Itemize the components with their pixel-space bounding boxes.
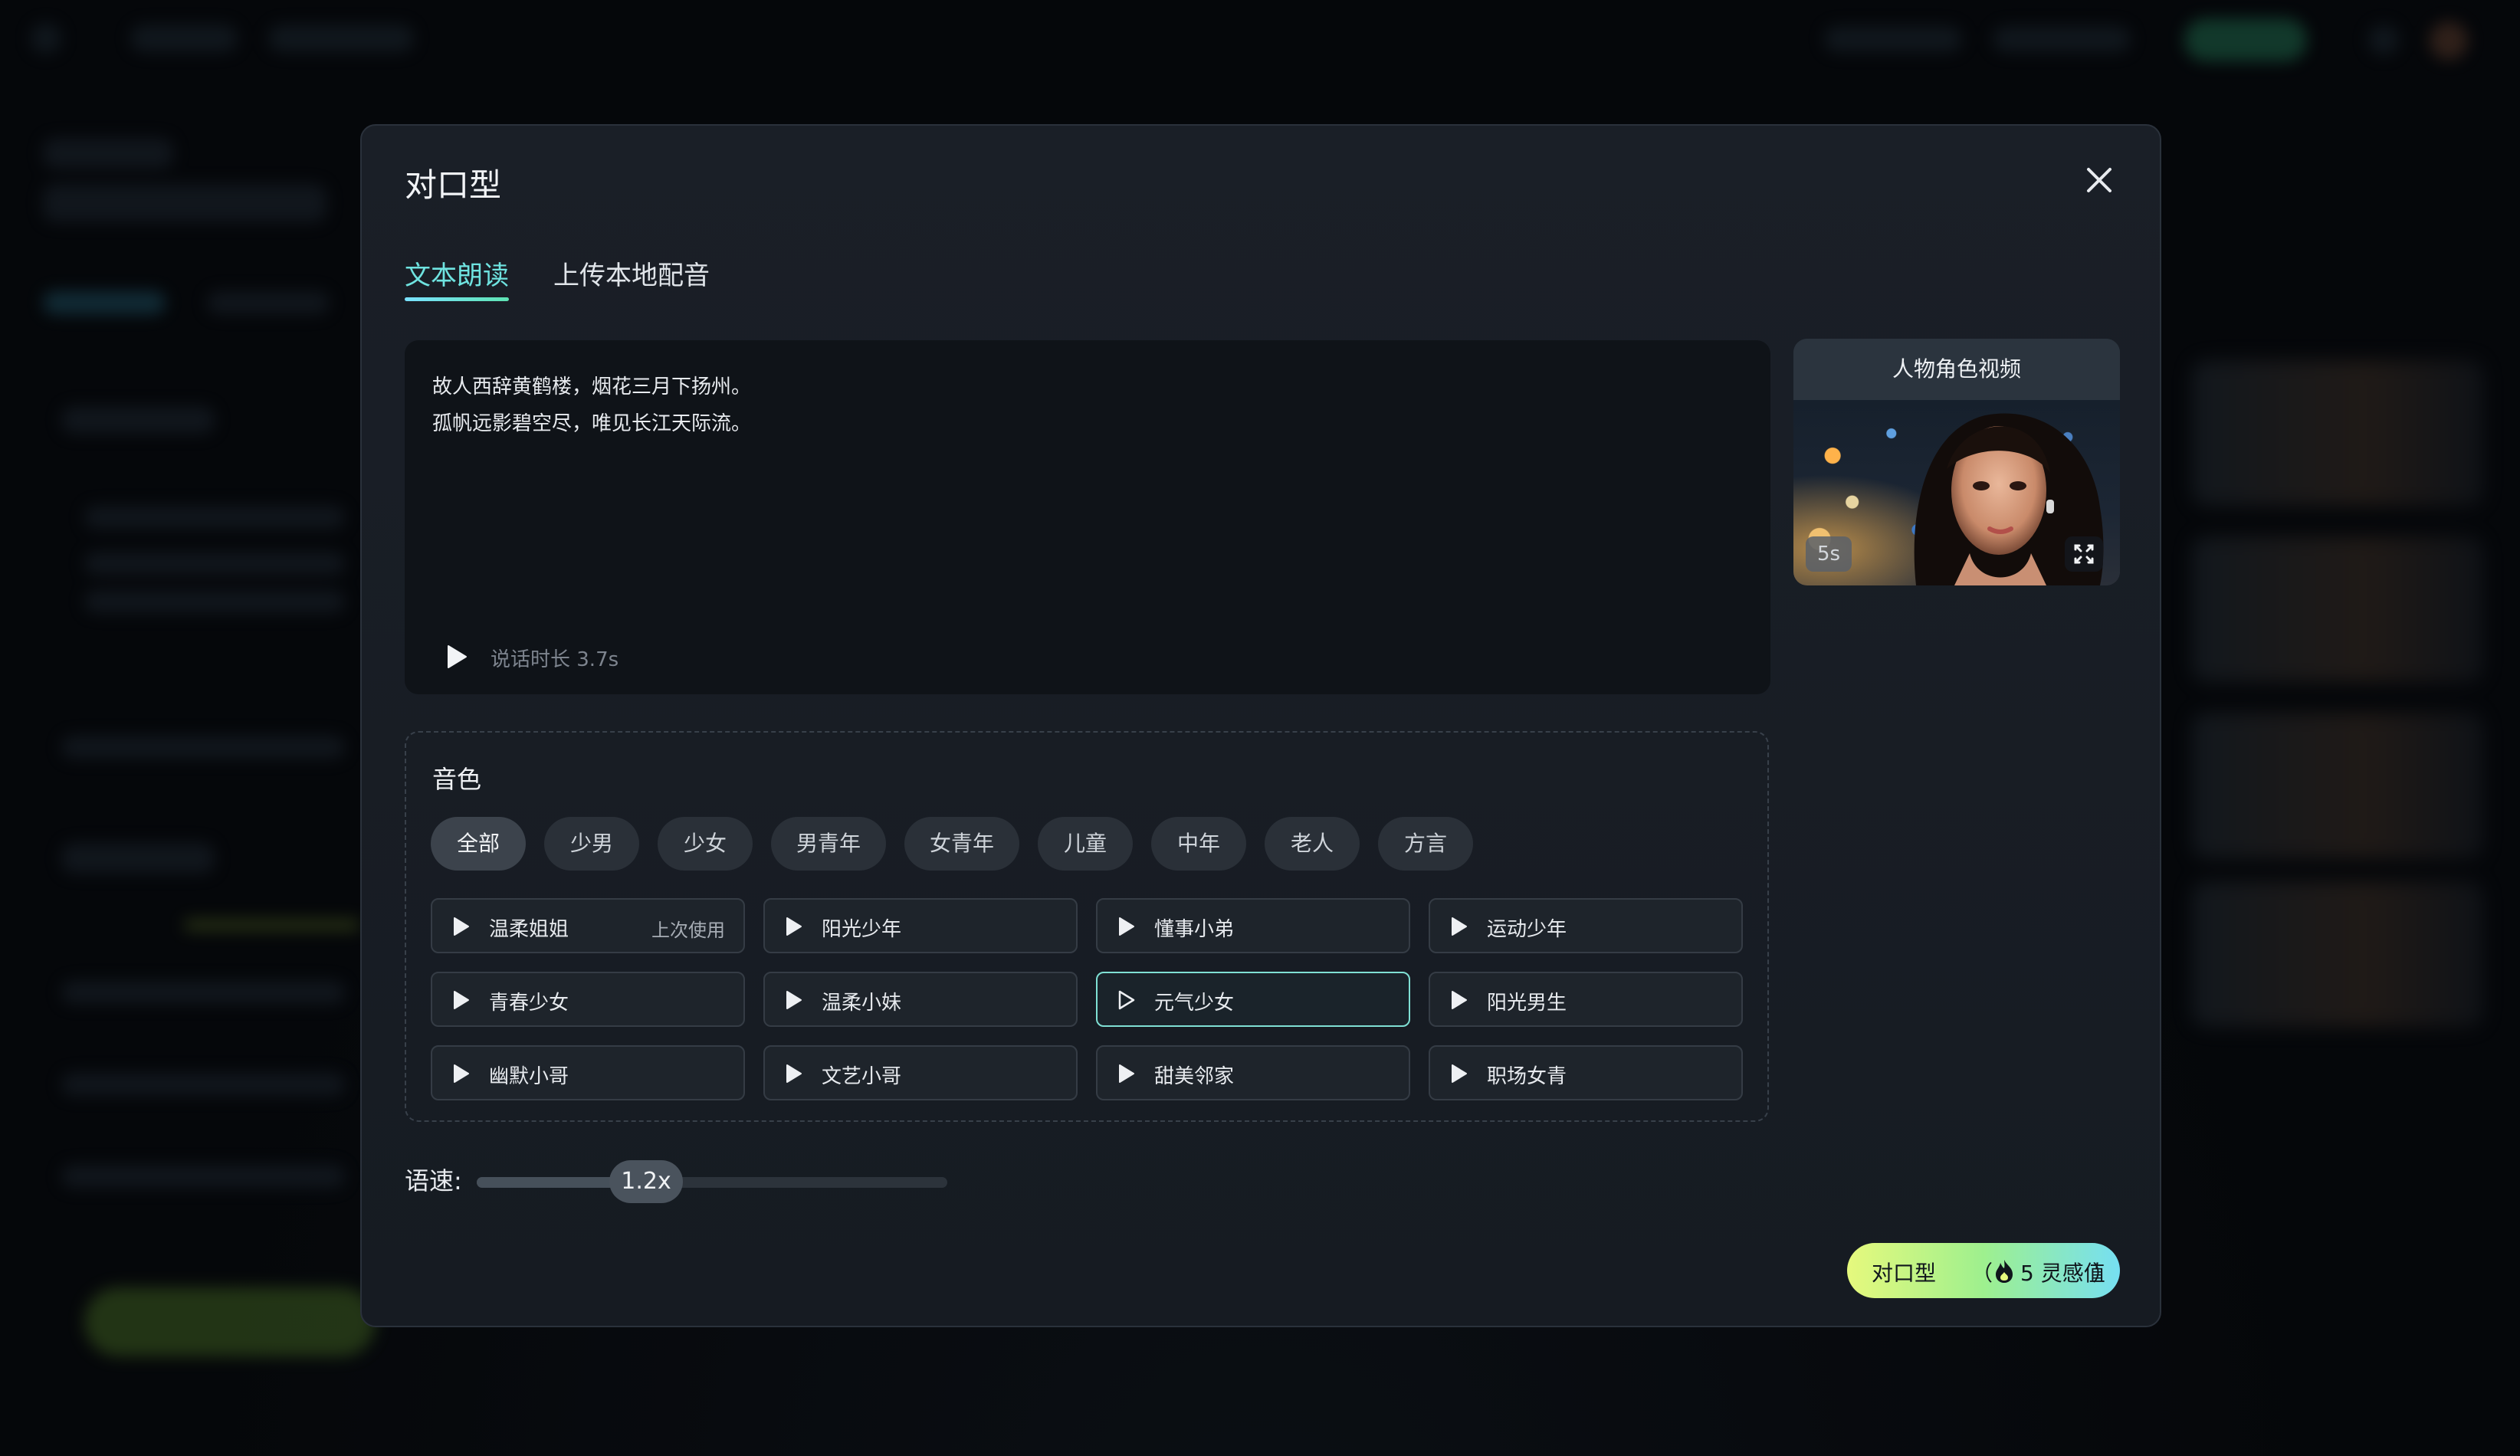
- play-icon: [454, 991, 469, 1009]
- voice-option-selected[interactable]: 元气少女: [1096, 972, 1410, 1027]
- voice-category-young-female[interactable]: 少女: [658, 817, 753, 871]
- voice-name: 懂事小弟: [1154, 918, 1235, 941]
- script-text-area[interactable]: 故人西辞黄鹤楼，烟花三月下扬州。 孤帆远影碧空尽，唯见长江天际流。 说话时长 3…: [405, 340, 1770, 694]
- tab-upload-local-audio[interactable]: 上传本地配音: [553, 254, 710, 292]
- speed-label: 语速:: [405, 1166, 462, 1195]
- close-icon: [2087, 168, 2111, 192]
- play-icon: [786, 1064, 802, 1083]
- voice-option[interactable]: 青春少女: [431, 972, 745, 1027]
- voice-option[interactable]: 文艺小哥: [763, 1045, 1078, 1100]
- voice-option[interactable]: 甜美邻家: [1096, 1045, 1410, 1100]
- voice-category-young-man[interactable]: 男青年: [771, 817, 886, 871]
- voice-name: 温柔小妹: [822, 992, 902, 1015]
- voice-option[interactable]: 职场女青: [1429, 1045, 1743, 1100]
- play-icon: [1452, 917, 1467, 936]
- submit-paren-open: （: [1971, 1261, 1993, 1286]
- duration-badge: 5s: [1806, 536, 1852, 572]
- voice-category-child[interactable]: 儿童: [1038, 817, 1133, 871]
- play-icon: [1118, 990, 1135, 1010]
- play-icon: [1452, 1064, 1467, 1083]
- flame-icon: [1996, 1260, 2013, 1283]
- play-icon: [1119, 917, 1134, 936]
- voice-name: 职场女青: [1487, 1065, 1567, 1088]
- script-line: 孤帆远影碧空尽，唯见长江天际流。: [432, 412, 752, 435]
- voice-name: 元气少女: [1154, 992, 1235, 1015]
- background-left-panel: [0, 107, 376, 1456]
- lip-sync-submit-button[interactable]: 对口型 （ 5 灵感值 ）: [1847, 1243, 2120, 1298]
- voice-name: 阳光男生: [1487, 992, 1567, 1015]
- script-line: 故人西辞黄鹤楼，烟花三月下扬州。: [432, 375, 752, 398]
- voice-name: 温柔姐姐: [489, 918, 569, 941]
- voice-name: 幽默小哥: [489, 1065, 569, 1088]
- speed-slider-track[interactable]: [477, 1177, 947, 1188]
- play-icon: [454, 917, 469, 936]
- background-right-panel: [2161, 107, 2520, 1456]
- voice-section-title: 音色: [432, 765, 482, 794]
- speed-slider-thumb[interactable]: 1.2x: [609, 1160, 684, 1203]
- submit-paren-close: ）: [2092, 1261, 2115, 1286]
- voice-option[interactable]: 运动少年: [1429, 898, 1743, 953]
- voice-option[interactable]: 幽默小哥: [431, 1045, 745, 1100]
- voice-name: 甜美邻家: [1154, 1065, 1235, 1088]
- voice-name: 文艺小哥: [822, 1065, 902, 1088]
- expand-button[interactable]: [2065, 536, 2103, 572]
- voice-category-middle-aged[interactable]: 中年: [1151, 817, 1246, 871]
- tab-text-reading[interactable]: 文本朗读: [405, 254, 509, 301]
- lip-sync-modal: 对口型 文本朗读 上传本地配音 故人西辞黄鹤楼，烟花三月下扬州。 孤帆远影碧空尽…: [360, 124, 2161, 1327]
- voice-category-young-male[interactable]: 少男: [544, 817, 639, 871]
- voice-category-all[interactable]: 全部: [431, 817, 526, 871]
- voice-name: 青春少女: [489, 992, 569, 1015]
- voice-panel: 音色 全部 少男 少女 男青年 女青年 儿童 中年 老人 方言 温柔姐姐 上次使…: [405, 731, 1769, 1122]
- modal-title: 对口型: [405, 166, 502, 204]
- play-icon: [1452, 991, 1467, 1009]
- speech-duration: 说话时长 3.7s: [491, 648, 619, 671]
- voice-option[interactable]: 阳光男生: [1429, 972, 1743, 1027]
- voice-category-dialect[interactable]: 方言: [1378, 817, 1473, 871]
- character-video-card[interactable]: 人物角色视频 5s: [1793, 339, 2120, 585]
- play-icon[interactable]: [443, 644, 469, 670]
- character-video-title: 人物角色视频: [1793, 339, 2120, 400]
- last-used-tag: 上次使用: [651, 920, 725, 941]
- voice-category-young-woman[interactable]: 女青年: [904, 817, 1019, 871]
- voice-category-elderly[interactable]: 老人: [1265, 817, 1360, 871]
- voice-name: 阳光少年: [822, 918, 902, 941]
- voice-option[interactable]: 温柔姐姐 上次使用: [431, 898, 745, 953]
- voice-option[interactable]: 懂事小弟: [1096, 898, 1410, 953]
- play-icon: [786, 991, 802, 1009]
- voice-name: 运动少年: [1487, 918, 1567, 941]
- background-header: [0, 0, 2520, 84]
- close-button[interactable]: [2080, 161, 2118, 199]
- play-icon: [1119, 1064, 1134, 1083]
- expand-icon: [2074, 544, 2094, 564]
- voice-option[interactable]: 温柔小妹: [763, 972, 1078, 1027]
- submit-label: 对口型: [1872, 1261, 1937, 1286]
- voice-option[interactable]: 阳光少年: [763, 898, 1078, 953]
- play-icon: [454, 1064, 469, 1083]
- play-icon: [786, 917, 802, 936]
